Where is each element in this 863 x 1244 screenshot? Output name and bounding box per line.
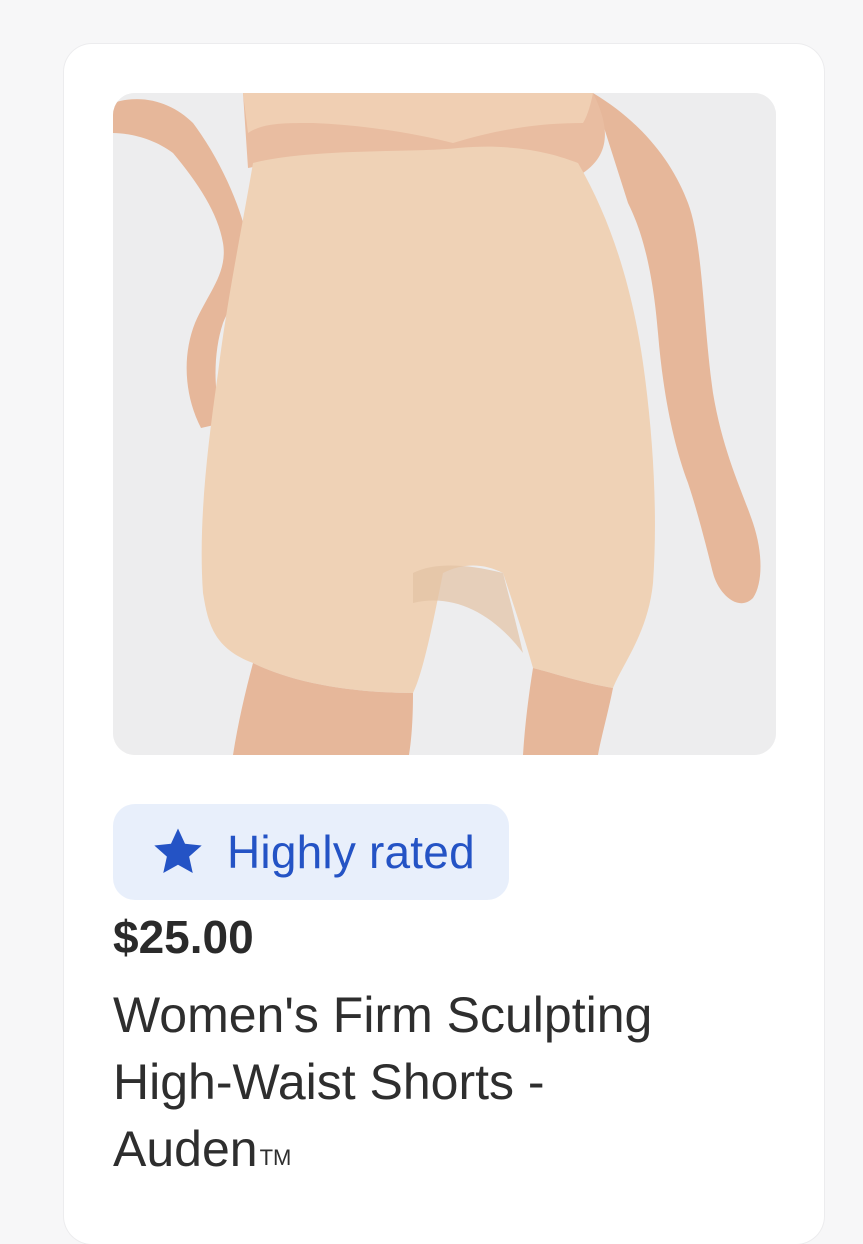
trademark-symbol: TM bbox=[259, 1145, 292, 1170]
product-title-line: High-Waist Shorts - bbox=[113, 1054, 545, 1110]
highly-rated-badge: Highly rated bbox=[113, 804, 509, 900]
product-title-line: Women's Firm Sculpting bbox=[113, 987, 653, 1043]
star-icon bbox=[154, 828, 202, 874]
product-photo-illustration bbox=[113, 93, 776, 755]
product-image[interactable] bbox=[113, 93, 776, 755]
badge-label: Highly rated bbox=[227, 826, 475, 878]
product-price: $25.00 bbox=[113, 911, 254, 963]
brand-name: Auden bbox=[113, 1121, 258, 1177]
product-title-line: AudenTM bbox=[113, 1116, 793, 1183]
product-title[interactable]: Women's Firm Sculpting High-Waist Shorts… bbox=[113, 982, 793, 1183]
